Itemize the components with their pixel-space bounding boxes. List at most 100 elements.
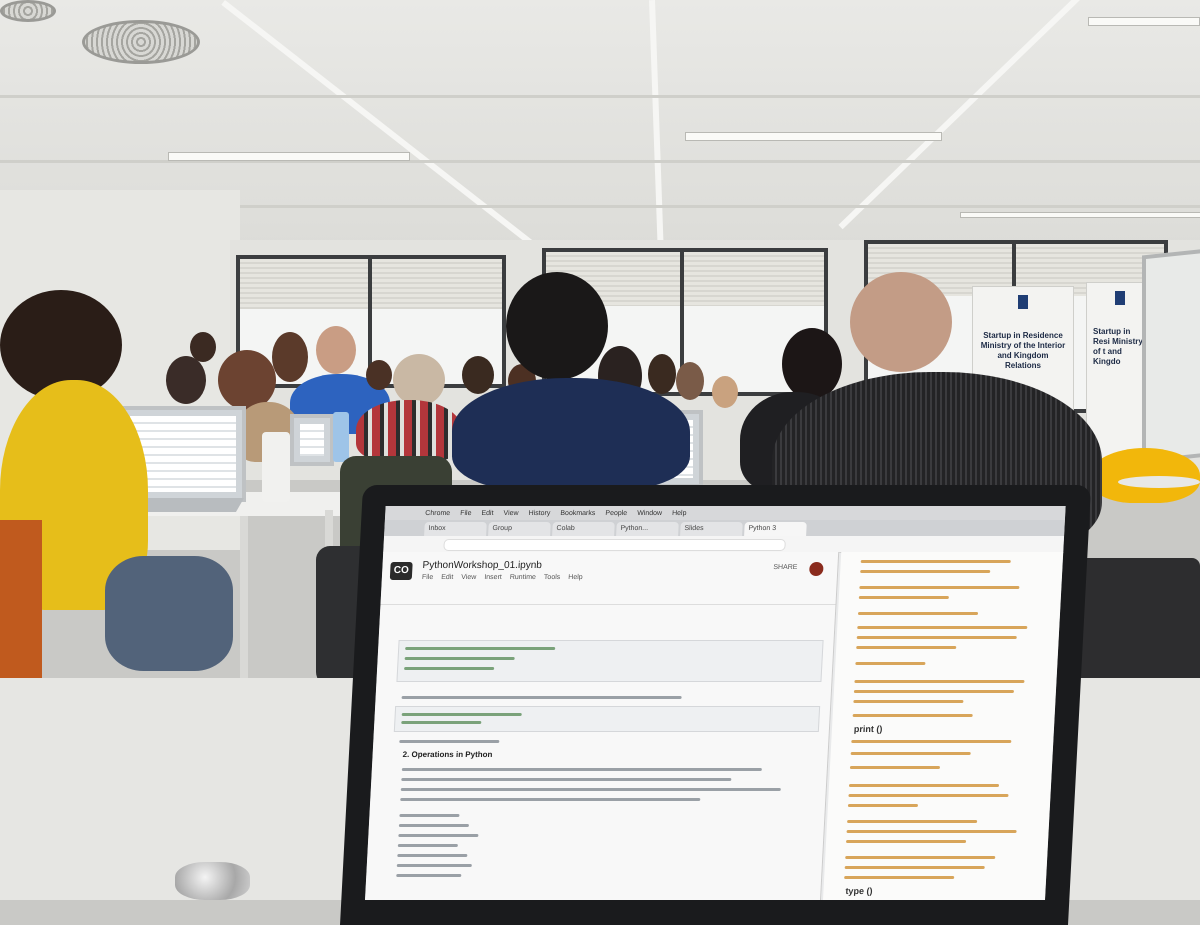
notebook-menu-item[interactable]: Runtime [510, 574, 536, 581]
code-cell[interactable] [396, 640, 824, 682]
notes-line [847, 804, 919, 807]
notes-type: type () [845, 886, 873, 896]
notebook-title[interactable]: PythonWorkshop_01.ipynb [422, 560, 542, 571]
browser-tab-active[interactable]: Python 3 [744, 522, 807, 536]
notes-line [845, 856, 996, 859]
background-laptop [290, 414, 334, 466]
laptop-display [300, 424, 324, 456]
text-line [396, 874, 462, 877]
menubar-item[interactable]: People [605, 510, 627, 517]
ceiling-grid-line [221, 0, 556, 264]
browser-tab[interactable]: Python... [616, 522, 679, 536]
text-line [398, 824, 469, 827]
menubar-item[interactable]: Bookmarks [560, 510, 595, 517]
ceiling-vent [82, 20, 200, 64]
person-head [190, 332, 216, 362]
notes-line [846, 830, 1017, 833]
ceiling-grid-line [838, 0, 1080, 230]
text-line [401, 778, 732, 781]
person-head [782, 328, 842, 400]
notes-line [850, 752, 971, 755]
menubar-item[interactable]: Help [672, 510, 687, 517]
text-line [400, 798, 701, 801]
text-line [396, 864, 472, 867]
notes-pane: print () type () [823, 552, 1064, 900]
ceiling-vent [0, 0, 56, 22]
ceiling-light [168, 152, 410, 161]
menubar-item[interactable]: Edit [481, 510, 493, 517]
ceiling-grid-line [100, 205, 1200, 208]
avatar[interactable] [808, 562, 824, 576]
notes-line [844, 866, 985, 869]
notes-line [845, 840, 967, 843]
browser-tab[interactable]: Slides [680, 522, 743, 536]
water-bottle [333, 412, 349, 462]
ceiling-light [1088, 17, 1200, 26]
browser-tab[interactable]: Inbox [424, 522, 487, 536]
code-line [404, 657, 515, 660]
share-button[interactable]: SHARE [773, 564, 797, 571]
code-line [405, 647, 556, 650]
notes-line [847, 820, 978, 823]
person-head [393, 354, 445, 406]
notes-line [855, 662, 926, 665]
notes-line [851, 740, 1012, 743]
notes-line [857, 612, 979, 615]
person-head [712, 376, 738, 408]
notes-line [853, 690, 1015, 693]
browser-tabs: Inbox Group Colab Python... Slides Pytho… [384, 520, 1065, 536]
text-line [397, 844, 458, 847]
ceiling-light [960, 212, 1200, 218]
person-head [850, 272, 952, 372]
address-bar [383, 536, 1065, 553]
notebook-menu: File Edit View Insert Runtime Tools Help [422, 574, 583, 581]
notebook-menu-item[interactable]: Help [568, 574, 583, 581]
foil-wrapper [175, 862, 250, 900]
notes-line [853, 700, 964, 703]
notes-line [852, 714, 973, 717]
menubar-item[interactable]: Chrome [425, 510, 450, 517]
foreground-laptop-screen: Chrome File Edit View History Bookmarks … [365, 506, 1066, 900]
menubar-item[interactable]: View [503, 510, 518, 517]
notebook-menu-item[interactable]: Insert [484, 574, 502, 581]
person-head [316, 326, 356, 374]
banner-text: Startup in Residence Ministry of the Int… [980, 331, 1066, 370]
notes-print: print () [853, 724, 883, 734]
notebook-menu-item[interactable]: View [461, 574, 476, 581]
menubar-item[interactable]: History [528, 510, 550, 517]
notes-line [848, 794, 1009, 797]
notes-line [848, 784, 1000, 787]
ministry-logo [1018, 295, 1028, 309]
side-table [1118, 476, 1200, 488]
text-line [400, 788, 781, 791]
person-head [676, 362, 704, 400]
url-field[interactable] [443, 539, 786, 551]
notebook-menu-item[interactable]: Edit [441, 574, 453, 581]
browser-tab[interactable]: Colab [552, 522, 615, 536]
notebook-menu-item[interactable]: Tools [544, 574, 561, 581]
person-blue-jacket [452, 378, 690, 490]
person-head [218, 350, 276, 410]
menubar-item[interactable]: Window [637, 510, 662, 517]
code-cell[interactable] [393, 706, 821, 732]
ministry-logo [1115, 291, 1125, 305]
ceiling-grid-line [0, 95, 1200, 98]
mac-menubar: Chrome File Edit View History Bookmarks … [384, 506, 1066, 520]
text-line [398, 834, 479, 837]
text-line [401, 696, 682, 699]
section-heading: 2. Operations in Python [402, 750, 493, 759]
notebook-menu-item[interactable]: File [422, 574, 434, 581]
text-line [399, 740, 500, 743]
person-head [272, 332, 308, 382]
notes-line [856, 636, 1017, 639]
code-line [401, 721, 482, 724]
notes-line [844, 876, 955, 879]
menubar-item[interactable]: File [460, 510, 472, 517]
ceiling-grid-line [649, 0, 664, 251]
chair [1068, 558, 1200, 688]
notes-line [858, 596, 949, 599]
text-line [397, 854, 468, 857]
text-line [399, 814, 460, 817]
banner-text: Startup in Resi Ministry of t and Kingdo [1093, 327, 1143, 366]
browser-tab[interactable]: Group [488, 522, 551, 536]
